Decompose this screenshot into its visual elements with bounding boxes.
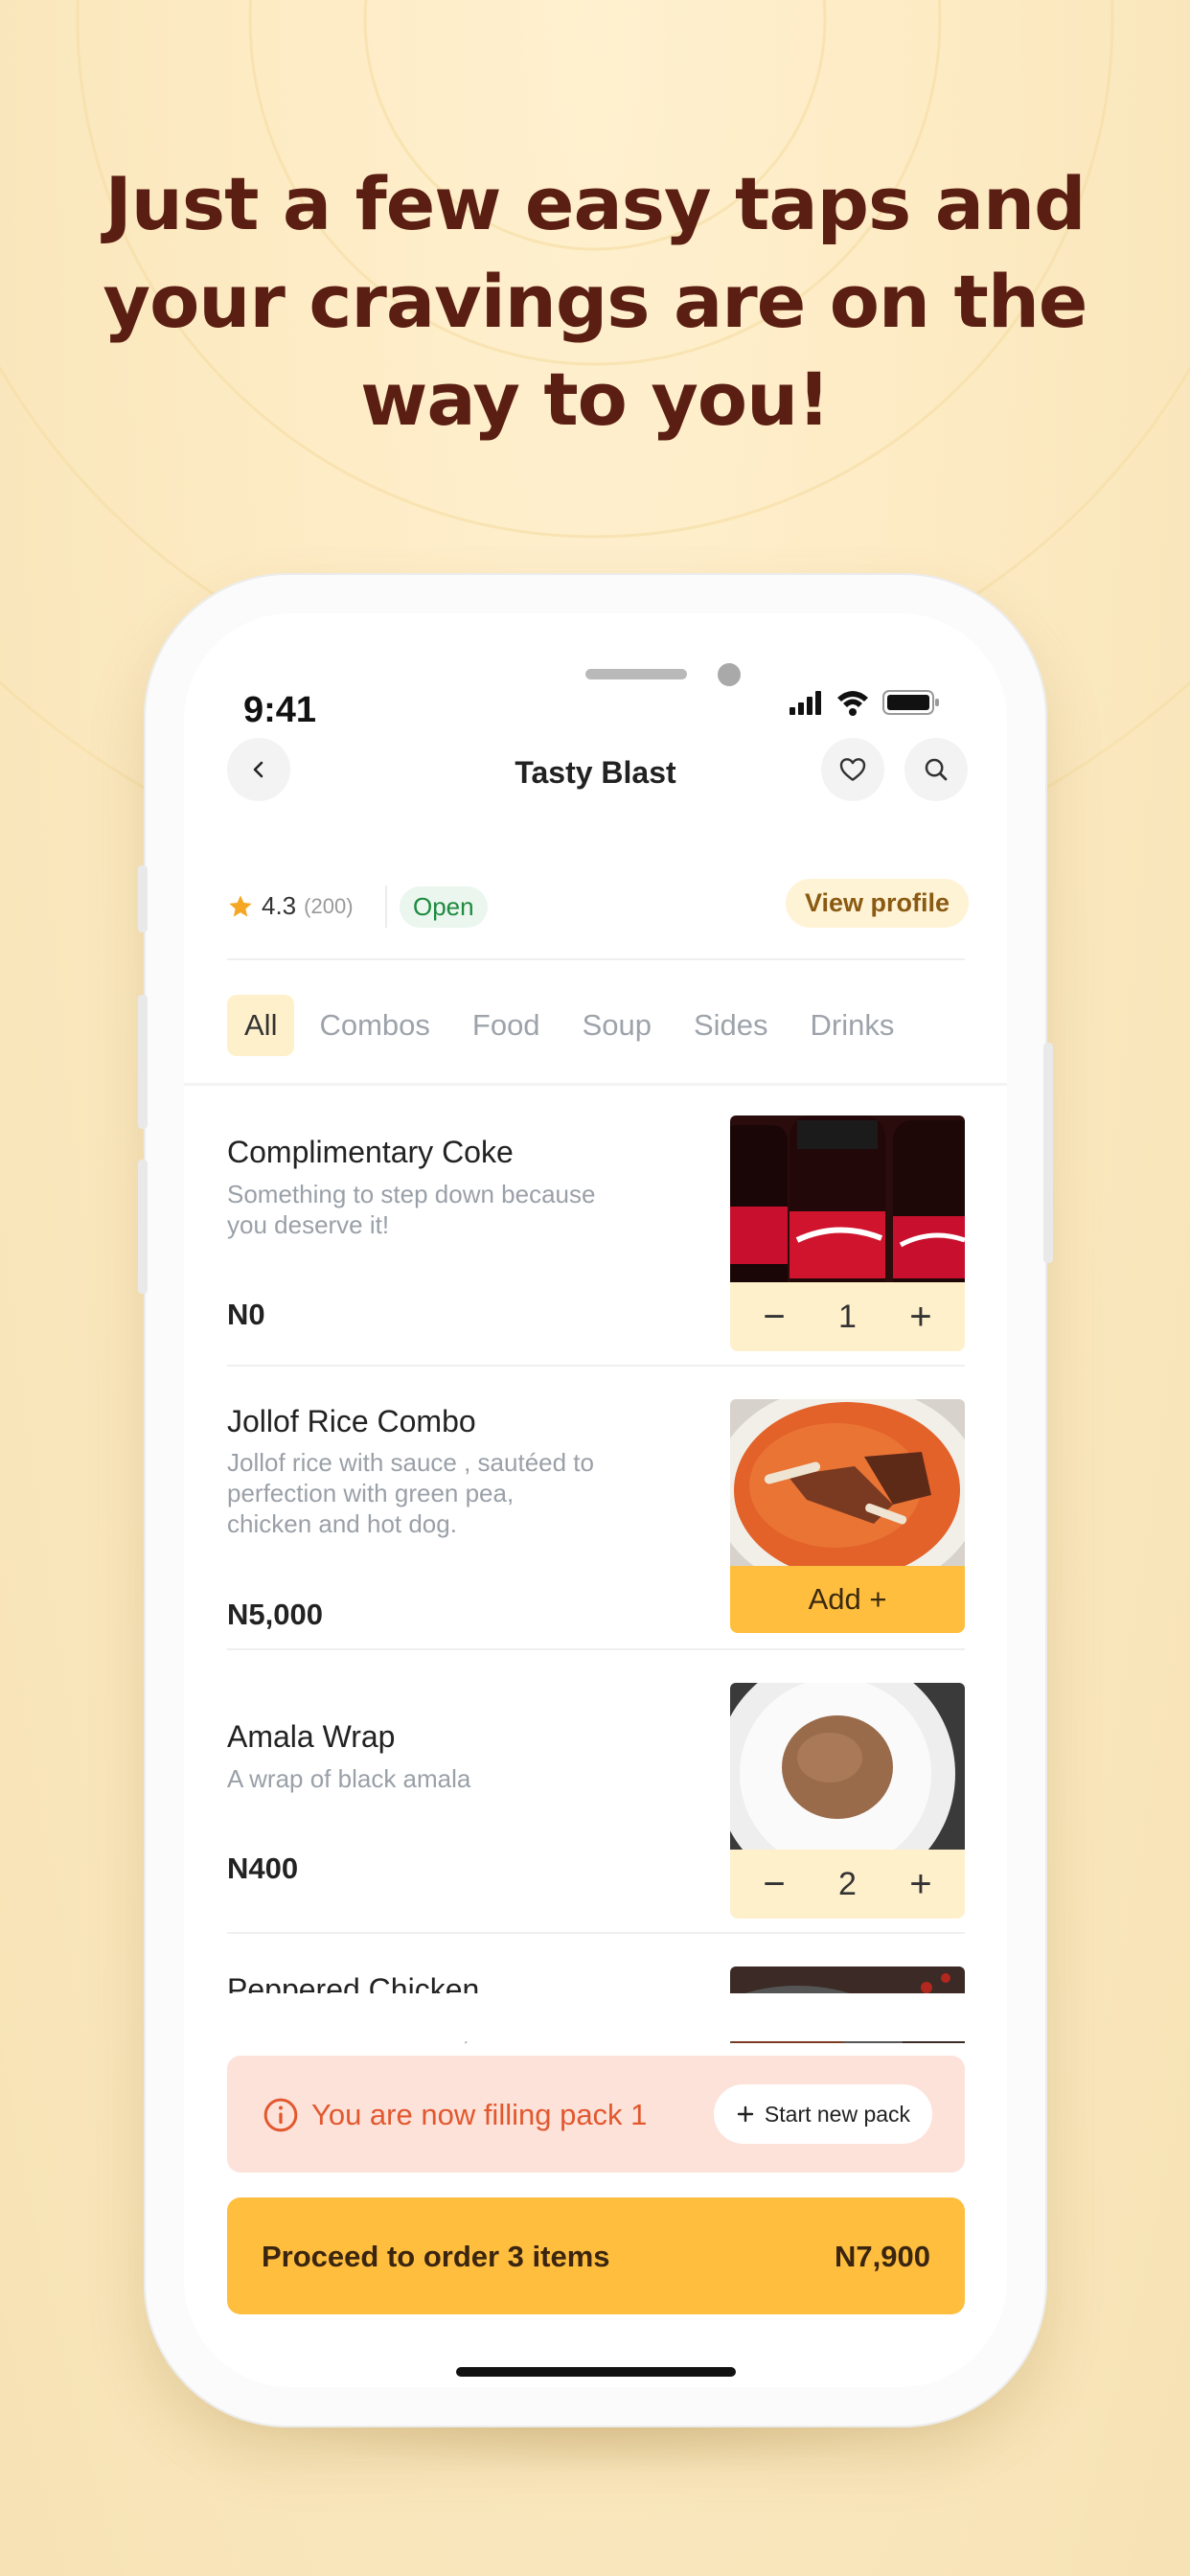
pack-banner: You are now filling pack 1 Start new pac…	[227, 2056, 965, 2173]
headline-line-1: Just a few easy taps and	[104, 161, 1086, 246]
battery-icon	[882, 690, 939, 715]
item-description-line: chicken and hot dog.	[227, 1509, 457, 1538]
headline-line-3: way to you!	[360, 356, 831, 442]
start-new-pack-label: Start new pack	[764, 2101, 911, 2127]
favorite-button[interactable]	[821, 738, 884, 801]
item-description-line: Jollof rice with sauce , sautéed to	[227, 1448, 594, 1477]
side-button	[138, 865, 148, 932]
status-time: 9:41	[243, 690, 317, 730]
signal-icon	[790, 691, 821, 715]
star-icon	[229, 894, 252, 916]
item-price: N400	[227, 1852, 299, 1885]
item-price: N5,000	[227, 1598, 323, 1631]
heart-icon	[839, 758, 866, 781]
front-camera	[718, 663, 741, 686]
item-image-coke	[730, 1116, 965, 1282]
item-description-line: you deserve it!	[227, 1210, 390, 1239]
item-description: A wrap of black amala	[227, 1763, 639, 1794]
search-icon	[925, 758, 948, 781]
add-button-label: Add +	[808, 1582, 887, 1616]
search-button[interactable]	[904, 738, 968, 801]
plus-icon	[737, 2105, 754, 2123]
headline-line-2: your cravings are on the	[103, 259, 1088, 344]
start-new-pack-button[interactable]: Start new pack	[714, 2084, 932, 2144]
increase-button[interactable]: +	[904, 1298, 938, 1336]
decrease-button[interactable]: −	[757, 1865, 791, 1903]
item-name: Complimentary Coke	[227, 1135, 514, 1169]
rating-value: 4.3	[262, 891, 297, 920]
pack-message: You are now filling pack 1	[311, 2098, 648, 2131]
item-image-amala	[730, 1683, 965, 1850]
item-description-line: A wrap of black amala	[227, 1764, 471, 1793]
info-icon	[263, 2098, 298, 2132]
wifi-icon	[837, 691, 868, 716]
item-name: Jollof Rice Combo	[227, 1404, 476, 1438]
item-name: Amala Wrap	[227, 1719, 396, 1754]
category-tabs: All Combos Food Soup Sides Drinks	[227, 995, 919, 1056]
divider	[227, 1365, 965, 1367]
increase-button[interactable]: +	[904, 1865, 938, 1903]
phone-screen: 9:41 Tasty Blast 4.3 (200) Open View pro…	[184, 613, 1007, 2387]
quantity-value: 2	[838, 1865, 857, 1902]
divider	[227, 1648, 965, 1650]
proceed-label: Proceed to order 3 items	[262, 2240, 610, 2273]
item-description-line: Something to step down because	[227, 1180, 596, 1208]
add-button[interactable]: Add +	[730, 1566, 965, 1633]
tab-all[interactable]: All	[227, 995, 295, 1056]
status-icons	[788, 686, 950, 725]
marketing-headline: Just a few easy taps and your cravings a…	[0, 155, 1190, 448]
volume-down-button	[138, 1160, 148, 1294]
item-image-jollof	[730, 1399, 965, 1566]
divider	[385, 886, 387, 928]
proceed-to-order-button[interactable]: Proceed to order 3 items N7,900	[227, 2197, 965, 2314]
tab-food[interactable]: Food	[455, 995, 558, 1056]
store-rating: 4.3 (200)	[227, 891, 354, 921]
tab-drinks[interactable]: Drinks	[793, 995, 912, 1056]
item-price: N0	[227, 1298, 265, 1331]
item-description-line: perfection with green pea,	[227, 1479, 515, 1507]
home-indicator[interactable]	[456, 2367, 736, 2377]
speaker-grille	[585, 669, 687, 679]
volume-up-button	[138, 995, 148, 1129]
item-description: Jollof rice with sauce , sautéed to perf…	[227, 1447, 639, 1539]
rating-count: (200)	[304, 893, 354, 918]
divider	[227, 958, 965, 960]
status-badge: Open	[400, 886, 488, 928]
decrease-button[interactable]: −	[757, 1298, 791, 1336]
tab-sides[interactable]: Sides	[676, 995, 786, 1056]
quantity-value: 1	[838, 1298, 857, 1335]
divider	[184, 1083, 1007, 1086]
tab-combos[interactable]: Combos	[302, 995, 446, 1056]
quantity-stepper: − 1 +	[730, 1282, 965, 1351]
phone-frame: 9:41 Tasty Blast 4.3 (200) Open View pro…	[138, 573, 1053, 2427]
quantity-stepper: − 2 +	[730, 1850, 965, 1919]
divider	[227, 1932, 965, 1934]
power-button	[1043, 1043, 1053, 1263]
tab-soup[interactable]: Soup	[565, 995, 669, 1056]
view-profile-button[interactable]: View profile	[786, 879, 970, 928]
order-total: N7,900	[835, 2240, 930, 2273]
item-description: Something to step down because you deser…	[227, 1179, 639, 1240]
tabs-fade	[907, 987, 1007, 1073]
list-fade	[184, 1993, 1007, 2041]
